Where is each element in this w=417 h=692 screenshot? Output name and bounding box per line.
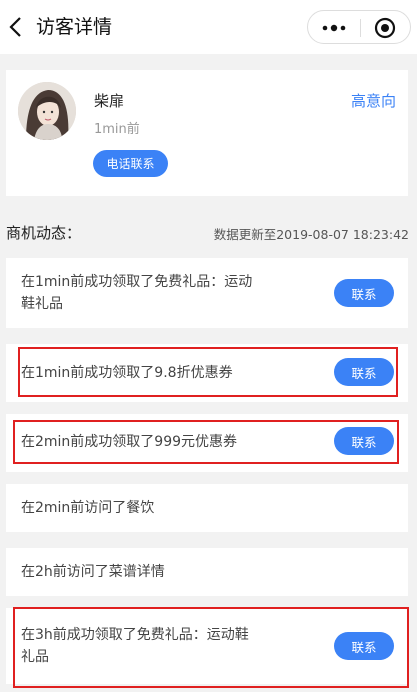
intent-level: 高意向 [350,92,396,110]
activity-text: 在2min前访问了餐饮 [21,500,155,516]
activity-text-line: 礼品 [21,649,49,665]
nav-bar: 访客详情 [0,0,417,54]
capsule-menu [307,10,411,44]
avatar-illustration [18,82,76,140]
activity-item: 在2min前成功领取了999元优惠券 联系 [6,414,408,472]
activity-item: 在1min前成功领取了9.8折优惠券 联系 [6,344,408,402]
target-icon[interactable] [374,17,396,39]
activity-text: 在1min前成功领取了免费礼品：运动 鞋礼品 [21,271,252,315]
avatar [18,82,76,140]
phone-contact-button[interactable]: 电话联系 [93,150,168,177]
data-update-time: 数据更新至2019-08-07 18:23:42 [213,227,409,242]
contact-button[interactable]: 联系 [334,279,394,307]
activity-text: 在2h前访问了菜谱详情 [21,564,165,580]
activity-item[interactable]: 在2h前访问了菜谱详情 [6,548,408,596]
activity-text-line: 鞋礼品 [21,296,63,312]
activity-text: 在2min前成功领取了999元优惠券 [21,434,238,450]
contact-button[interactable]: 联系 [334,427,394,455]
activity-text: 在1min前成功领取了9.8折优惠券 [21,365,233,381]
contact-button[interactable]: 联系 [334,358,394,386]
section-title: 商机动态： [6,224,82,242]
chevron-left-icon[interactable] [6,14,26,40]
visitor-profile-card: 柴扉 1min前 高意向 电话联系 [6,70,408,196]
contact-button[interactable]: 联系 [334,632,394,660]
activity-item: 在3h前成功领取了免费礼品：运动鞋 礼品 联系 [6,608,408,684]
activity-text-line: 在3h前成功领取了免费礼品：运动鞋 [21,627,249,643]
more-dots-icon[interactable] [320,20,348,36]
page-title: 访客详情 [36,16,113,38]
activity-text-line: 在1min前成功领取了免费礼品：运动 [21,274,253,290]
capsule-divider [360,19,361,37]
visitor-name: 柴扉 [94,92,125,110]
activity-text: 在3h前成功领取了免费礼品：运动鞋 礼品 [21,624,249,668]
activity-item: 在1min前成功领取了免费礼品：运动 鞋礼品 联系 [6,258,408,328]
activity-item[interactable]: 在2min前访问了餐饮 [6,484,408,532]
visit-time: 1min前 [94,122,140,137]
